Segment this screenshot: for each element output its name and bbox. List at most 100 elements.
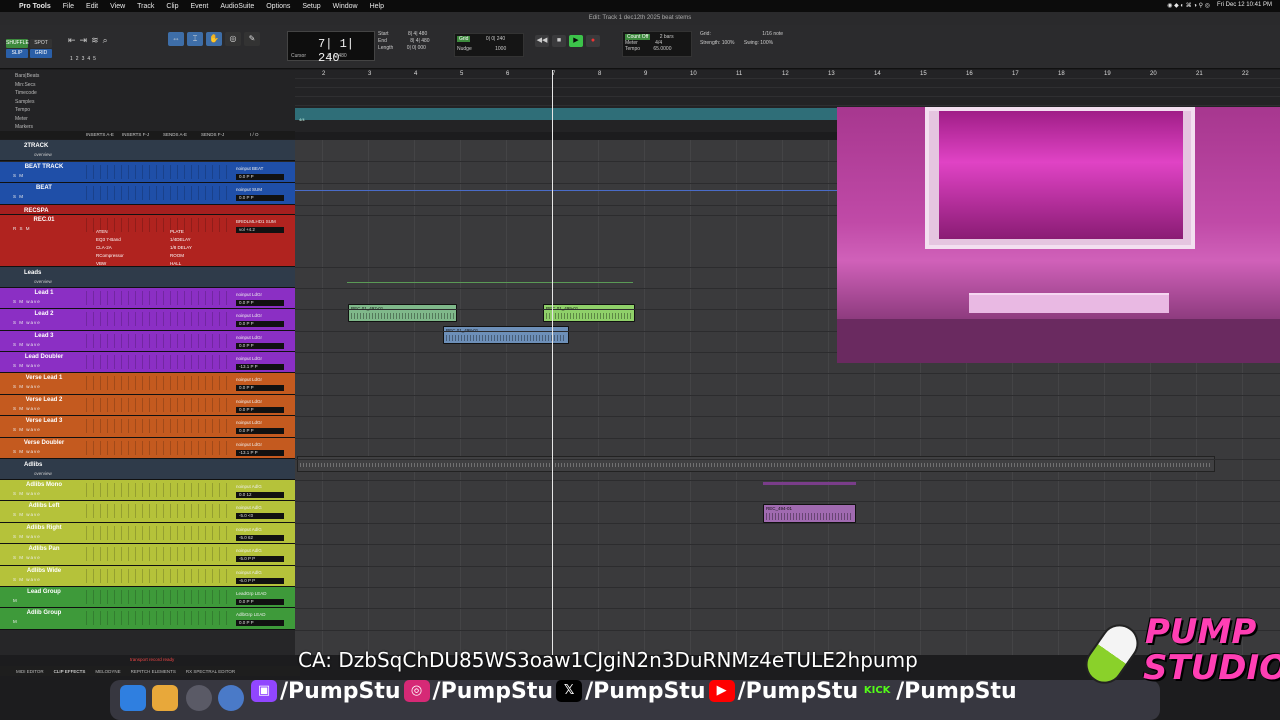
plugin-slot[interactable]: RCompressor [96, 253, 124, 258]
magnify-icon[interactable]: ⌕ [103, 35, 108, 46]
timecode-ruler[interactable] [295, 89, 1280, 97]
ruler-meter[interactable]: Meter [15, 115, 39, 124]
track-volume[interactable]: -5.0 62 [236, 534, 284, 541]
insert-slots[interactable] [86, 376, 232, 391]
menu-view[interactable]: View [110, 3, 125, 10]
track-buttons[interactable]: R S M [13, 226, 31, 231]
track-volume[interactable]: 0.0 P P [236, 195, 284, 202]
track-io[interactable]: noinput LdGr [236, 292, 262, 297]
plugin-slot[interactable]: EQ3 7-Band [96, 237, 121, 242]
zoom-preset-4[interactable]: 4 [87, 56, 90, 62]
folder-track[interactable]: 2TRACK overview [0, 140, 295, 161]
plugin-slot[interactable]: VBW [96, 261, 106, 266]
ruler-bars-beats[interactable]: Bars|Beats [15, 72, 39, 81]
track-buttons[interactable]: S M wave [13, 320, 41, 325]
track-buttons[interactable]: S M [13, 173, 24, 178]
track-buttons[interactable]: S M [13, 194, 24, 199]
track-io[interactable]: LeadGrp LEAD [236, 591, 267, 596]
grid-value[interactable]: 0| 0| 240 [486, 36, 505, 42]
track-header[interactable]: Verse Lead 2S M wave noinput LdGr 0.0 P P [0, 394, 295, 417]
track-header[interactable]: Adlibs Pan S M wave noinput AdlG -5.0 P P [0, 544, 295, 566]
insert-slots[interactable] [86, 611, 232, 626]
menu-file[interactable]: File [63, 3, 74, 10]
grid-label[interactable]: Grid [457, 36, 471, 42]
zoom-preset-2[interactable]: 2 [76, 56, 79, 62]
track-header[interactable]: BEAT S M noinput SUM 0.0 P P [0, 183, 295, 205]
rewind-button[interactable]: ◀◀ [535, 35, 549, 47]
tempo-value[interactable]: 65.0000 [653, 46, 671, 52]
waveform-zoom-icon[interactable]: ≋ [91, 35, 99, 46]
clip-rec01-499[interactable]: REC.01_499-01 [543, 304, 635, 322]
folder-track[interactable]: RECSPA [0, 204, 295, 215]
folder-overview[interactable]: overview [34, 471, 52, 476]
track-name[interactable]: BEAT TRACK [21, 164, 67, 172]
zoom-preset-5[interactable]: 5 [93, 56, 96, 62]
track-buttons[interactable]: S M wave [13, 299, 41, 304]
track-volume[interactable]: 0.0 P P [236, 599, 284, 605]
grid-note-select[interactable]: 1/16 note [762, 31, 783, 37]
clip-rec-494[interactable]: REC_494-01 [763, 504, 856, 523]
track-io[interactable]: noinput AdlG [236, 505, 262, 510]
track-header[interactable]: Adlibs Wide S M wave noinput AdlG -6.0 P P [0, 565, 295, 587]
menu-options[interactable]: Options [266, 3, 290, 10]
track-volume[interactable]: 0.0 P P [236, 428, 284, 435]
ruler-min-secs[interactable]: Min:Secs [15, 81, 39, 90]
nudge-value[interactable]: 1000 [495, 46, 506, 52]
track-io[interactable]: noinput LdGr [236, 399, 262, 404]
track-name[interactable]: REC.01 [21, 217, 67, 225]
scrub-tool-icon[interactable]: ◎ [225, 32, 241, 46]
track-buttons[interactable]: S M wave [13, 491, 41, 496]
end-field[interactable]: 8| 4| 480 [410, 38, 429, 44]
grid-button[interactable]: GRID [30, 49, 52, 58]
insert-slots[interactable] [86, 186, 232, 201]
track-header[interactable]: Lead 2S M wave noinput LdGr 0.0 P P [0, 309, 295, 331]
plugin-slot[interactable]: 1/4DELAY [170, 237, 191, 242]
sends-fj-header[interactable]: SENDS F-J [201, 132, 224, 137]
folder-track[interactable]: Leads overview [0, 266, 295, 288]
track-header[interactable]: Adlibs Right S M wave noinput AdlG -5.0 62 [0, 522, 295, 545]
track-name[interactable]: Adlibs Pan [21, 546, 67, 554]
insert-slots[interactable] [86, 217, 232, 232]
insert-slots[interactable] [86, 525, 232, 540]
track-buttons[interactable]: M [13, 619, 18, 624]
track-name[interactable]: BEAT [21, 185, 67, 193]
menu-setup[interactable]: Setup [302, 3, 320, 10]
tab-midi-editor[interactable]: MIDI EDITOR [16, 669, 44, 674]
stop-button[interactable]: ■ [552, 35, 566, 47]
swing-value[interactable]: 100% [760, 40, 773, 46]
track-io[interactable]: noinput SUM [236, 187, 262, 192]
track-volume[interactable]: 0.0 P P [236, 385, 284, 392]
folder-name[interactable]: Leads [24, 270, 41, 276]
grabber-tool-icon[interactable]: ✋ [206, 32, 222, 46]
track-name[interactable]: Lead 2 [21, 311, 67, 319]
track-name[interactable]: Adlibs Left [21, 503, 67, 511]
folder-overview[interactable]: overview [34, 279, 52, 284]
tab-rx-spectral[interactable]: RX SPECTRAL EDITOR [186, 669, 235, 674]
track-volume[interactable]: -6.0 P P [236, 577, 284, 584]
folder-name[interactable]: RECSPA [24, 208, 49, 214]
track-buttons[interactable]: S M wave [13, 534, 41, 539]
track-io[interactable]: noinput LdGr [236, 313, 262, 318]
plugin-slot[interactable]: ATEN [96, 229, 108, 234]
track-io[interactable]: noinput AdlG [236, 570, 262, 575]
track-volume[interactable]: -13.1 P P [236, 364, 284, 370]
record-button[interactable]: ● [586, 35, 600, 47]
track-name[interactable]: Lead Group [21, 589, 67, 597]
track-volume[interactable]: vol +4.2 [236, 226, 284, 233]
insert-slots[interactable] [86, 547, 232, 562]
track-header[interactable]: Lead Doubler S M wave noinput LdGr -13.1 P … [0, 352, 295, 374]
insert-slots[interactable] [86, 355, 232, 369]
track-volume[interactable]: 0.0 P P [236, 342, 284, 349]
track-name[interactable]: Adlibs Mono [21, 482, 67, 490]
menu-help[interactable]: Help [370, 3, 384, 10]
track-buttons[interactable]: S M wave [13, 427, 41, 432]
length-field[interactable]: 0| 0| 000 [407, 45, 426, 51]
track-name[interactable]: Verse Lead 1 [21, 375, 67, 383]
sends-ae-header[interactable]: SENDS A-E [163, 132, 187, 137]
menu-audiosuite[interactable]: AudioSuite [220, 3, 254, 10]
track-header[interactable]: Lead Group M LeadGrp LEAD 0.0 P P [0, 587, 295, 609]
track-io[interactable]: noinput AdlG [236, 527, 262, 532]
folder-overview[interactable]: overview [34, 152, 52, 157]
status-icons[interactable]: ◉ ◆ ◐ ⌘ ◑ ⚲ ◎ [1167, 2, 1210, 9]
ruler-samples[interactable]: Samples [15, 98, 39, 107]
